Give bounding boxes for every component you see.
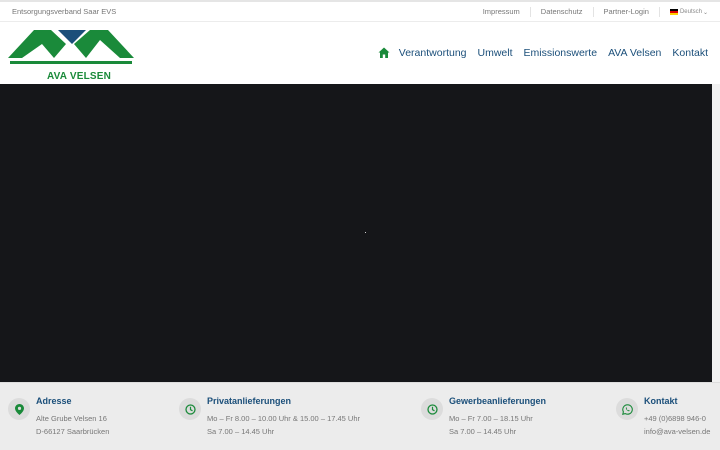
language-selector[interactable]: Deutsch ⌄ bbox=[660, 9, 708, 16]
contact-title: Kontakt bbox=[644, 396, 678, 406]
commercial-delivery-hours-weekdays: Mo – Fr 7.00 – 18.15 Uhr bbox=[449, 414, 533, 423]
private-delivery-title: Privatanlieferungen bbox=[207, 396, 292, 406]
contact-email[interactable]: info@ava-velsen.de bbox=[644, 427, 710, 436]
organization-name: Entsorgungsverband Saar EVS bbox=[12, 7, 117, 16]
page-scrollbar[interactable] bbox=[712, 84, 720, 382]
contact-phone[interactable]: +49 (0)6898 946-0 bbox=[644, 414, 706, 423]
partner-login-link[interactable]: Partner-Login bbox=[594, 7, 660, 17]
info-footer: Adresse Alte Grube Velsen 16 D-66127 Saa… bbox=[0, 382, 720, 450]
logo-mark-icon bbox=[8, 30, 134, 64]
private-delivery-hours-saturday: Sa 7.00 – 14.45 Uhr bbox=[207, 427, 275, 436]
top-links: Impressum Datenschutz Partner-Login Deut… bbox=[473, 2, 708, 22]
nav-verantwortung[interactable]: Verantwortung bbox=[399, 47, 467, 59]
commercial-delivery-hours-saturday: Sa 7.00 – 14.45 Uhr bbox=[449, 427, 517, 436]
map-pin-icon bbox=[8, 398, 30, 420]
private-delivery-hours-weekdays: Mo – Fr 8.00 – 10.00 Uhr & 15.00 – 17.45… bbox=[207, 414, 361, 423]
main-nav: Verantwortung Umwelt Emissionswerte AVA … bbox=[378, 22, 708, 84]
impressum-link[interactable]: Impressum bbox=[473, 7, 531, 17]
top-bar: Entsorgungsverband Saar EVS Impressum Da… bbox=[0, 0, 720, 22]
address-line-1: Alte Grube Velsen 16 bbox=[36, 414, 107, 423]
clock-icon bbox=[179, 398, 201, 420]
clock-icon bbox=[421, 398, 443, 420]
datenschutz-link[interactable]: Datenschutz bbox=[531, 7, 594, 17]
address-title: Adresse bbox=[36, 396, 72, 406]
chevron-down-icon: ⌄ bbox=[702, 9, 708, 16]
nav-emissionswerte[interactable]: Emissionswerte bbox=[524, 47, 598, 59]
address-line-2: D-66127 Saarbrücken bbox=[36, 427, 110, 436]
home-icon[interactable] bbox=[378, 47, 390, 59]
hero-dot bbox=[365, 232, 366, 233]
logo-text: AVA VELSEN bbox=[47, 71, 112, 82]
commercial-delivery-title: Gewerbeanlieferungen bbox=[449, 396, 547, 406]
site-header: AVA VELSEN Verantwortung Umwelt Emission… bbox=[0, 22, 720, 84]
nav-ava-velsen[interactable]: AVA Velsen bbox=[608, 47, 661, 59]
hero-video[interactable] bbox=[0, 84, 712, 382]
language-label: Deutsch bbox=[679, 9, 702, 15]
nav-kontakt[interactable]: Kontakt bbox=[672, 47, 708, 59]
german-flag-icon bbox=[669, 9, 678, 15]
nav-umwelt[interactable]: Umwelt bbox=[478, 47, 513, 59]
whatsapp-icon bbox=[616, 398, 638, 420]
ava-velsen-logo[interactable]: AVA VELSEN bbox=[8, 28, 134, 82]
